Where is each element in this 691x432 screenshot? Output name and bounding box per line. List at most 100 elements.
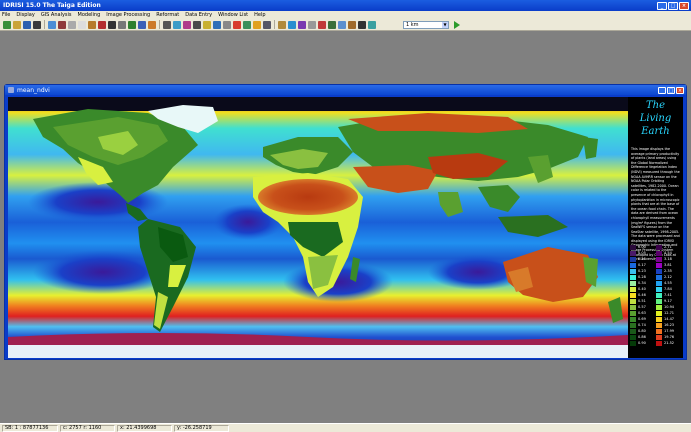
tool-icon[interactable] bbox=[368, 20, 376, 29]
menu-item-file[interactable]: File bbox=[2, 12, 10, 18]
tool-icon[interactable] bbox=[203, 20, 211, 29]
image-canvas: The Living Earth This image displays the… bbox=[8, 97, 683, 358]
tool-icon[interactable] bbox=[318, 20, 326, 29]
status-scale: SB: 1 : 87877136 bbox=[2, 424, 58, 432]
ndvi-legend-swatch bbox=[630, 310, 636, 316]
tool-icon[interactable] bbox=[3, 20, 11, 29]
toolbar: 1 km ▼ bbox=[0, 19, 691, 31]
status-col-row: c: 2757 r: 1160 bbox=[60, 424, 115, 432]
toolbar-separator bbox=[44, 20, 45, 29]
menu-item-window-list[interactable]: Window List bbox=[218, 12, 248, 18]
tool-icon[interactable] bbox=[223, 20, 231, 29]
tool-icon[interactable] bbox=[183, 20, 191, 29]
go-arrow-icon[interactable] bbox=[454, 20, 460, 29]
tool-icon[interactable] bbox=[33, 20, 41, 29]
tool-icon[interactable] bbox=[278, 20, 286, 29]
panel-title-line-2: Living bbox=[639, 113, 672, 124]
ndvi-legend-value: 0.05 bbox=[638, 251, 646, 255]
ndvi-legend-value: 0.86 bbox=[638, 335, 646, 339]
menu-item-image-processing[interactable]: Image Processing bbox=[106, 12, 150, 18]
tool-icon[interactable] bbox=[233, 20, 241, 29]
tool-icon[interactable] bbox=[328, 20, 336, 29]
chlorophyll-legend-row: 21.52 bbox=[656, 340, 682, 346]
chlorophyll-legend-value: 4.54 bbox=[664, 251, 672, 255]
chlorophyll-legend-swatch bbox=[656, 244, 662, 250]
tool-icon[interactable] bbox=[348, 20, 356, 29]
tool-icon[interactable] bbox=[128, 20, 136, 29]
resolution-combo-value: 1 km bbox=[406, 21, 419, 28]
ndvi-legend-swatch bbox=[630, 304, 636, 310]
tool-icon[interactable] bbox=[68, 20, 76, 29]
tool-icon[interactable] bbox=[263, 20, 271, 29]
status-x: x: 21.4399698 bbox=[117, 424, 172, 432]
tool-icon[interactable] bbox=[23, 20, 31, 29]
maximize-icon[interactable]: □ bbox=[667, 86, 675, 94]
chlorophyll-legend-swatch bbox=[656, 304, 662, 310]
chlorophyll-legend-value: 21.52 bbox=[664, 341, 675, 345]
tool-icon[interactable] bbox=[288, 20, 296, 29]
ndvi-legend-swatch bbox=[630, 286, 636, 292]
ndvi-legend-value: 0.57 bbox=[638, 305, 646, 309]
minimize-icon[interactable]: _ bbox=[657, 1, 667, 10]
maximize-icon[interactable]: □ bbox=[668, 1, 678, 10]
ndvi-legend-swatch bbox=[630, 256, 636, 262]
tool-icon[interactable] bbox=[118, 20, 126, 29]
ndvi-world-map[interactable] bbox=[8, 97, 628, 358]
tool-icon[interactable] bbox=[148, 20, 156, 29]
minimize-icon[interactable]: _ bbox=[658, 86, 666, 94]
chlorophyll-legend-value: 7.84 bbox=[664, 287, 672, 291]
ndvi-legend-value: 0.90 bbox=[638, 341, 646, 345]
tool-icon[interactable] bbox=[298, 20, 306, 29]
chlorophyll-legend-value: 17.99 bbox=[664, 329, 675, 333]
ndvi-legend-swatch bbox=[630, 316, 636, 322]
tool-icon[interactable] bbox=[193, 20, 201, 29]
chlorophyll-legend-value: 9.17 bbox=[664, 299, 672, 303]
chlorophyll-legend-swatch bbox=[656, 286, 662, 292]
tool-icon[interactable] bbox=[88, 20, 96, 29]
chlorophyll-legend-swatch bbox=[656, 328, 662, 334]
chlorophyll-legend-value: 4.55 bbox=[664, 281, 672, 285]
tool-icon[interactable] bbox=[98, 20, 106, 29]
tool-icon[interactable] bbox=[78, 20, 86, 29]
menu-item-modeling[interactable]: Modeling bbox=[78, 12, 101, 18]
menu-bar: File Display GIS Analysis Modeling Image Pro… bbox=[0, 11, 691, 19]
tool-icon[interactable] bbox=[213, 20, 221, 29]
ndvi-legend: 0.00 0.05 0.11 0.17 0.23 0.28 0.34 0.40 0.46 0.51… bbox=[630, 244, 656, 352]
chevron-down-icon[interactable]: ▼ bbox=[442, 21, 448, 28]
image-window-title: mean_ndvi bbox=[17, 86, 50, 94]
tool-icon[interactable] bbox=[108, 20, 116, 29]
chlorophyll-legend-value: 2.35 bbox=[664, 269, 672, 273]
tool-icon[interactable] bbox=[173, 20, 181, 29]
ndvi-legend-swatch bbox=[630, 244, 636, 250]
chlorophyll-legend-swatch bbox=[656, 322, 662, 328]
ndvi-legend-value: 0.40 bbox=[638, 287, 646, 291]
tool-icon[interactable] bbox=[138, 20, 146, 29]
menu-item-reformat[interactable]: Reformat bbox=[156, 12, 179, 18]
chlorophyll-legend-swatch bbox=[656, 274, 662, 280]
tool-icon[interactable] bbox=[308, 20, 316, 29]
tool-icon[interactable] bbox=[358, 20, 366, 29]
tool-icon[interactable] bbox=[243, 20, 251, 29]
tool-icon[interactable] bbox=[253, 20, 261, 29]
tool-icon[interactable] bbox=[13, 20, 21, 29]
close-icon[interactable]: × bbox=[676, 86, 684, 94]
tool-icon[interactable] bbox=[163, 20, 171, 29]
menu-item-display[interactable]: Display bbox=[16, 12, 34, 18]
chlorophyll-legend-swatch bbox=[656, 316, 662, 322]
ndvi-legend-swatch bbox=[630, 328, 636, 334]
menu-item-data-entry[interactable]: Data Entry bbox=[185, 12, 212, 18]
ndvi-legend-swatch bbox=[630, 292, 636, 298]
tool-icon[interactable] bbox=[338, 20, 346, 29]
resolution-combo[interactable]: 1 km ▼ bbox=[403, 20, 449, 29]
tool-icon[interactable] bbox=[58, 20, 66, 29]
menu-item-gis-analysis[interactable]: GIS Analysis bbox=[41, 12, 72, 18]
app-title-bar: IDRISI 15.0 The Taiga Edition _ □ × bbox=[0, 0, 691, 11]
menu-item-help[interactable]: Help bbox=[254, 12, 265, 18]
tool-icon[interactable] bbox=[48, 20, 56, 29]
ndvi-legend-value: 0.11 bbox=[638, 257, 646, 261]
map-graphic bbox=[8, 97, 628, 358]
image-window[interactable]: mean_ndvi _ □ × The Living Earth This im… bbox=[4, 84, 687, 360]
chlorophyll-legend-value: 19.76 bbox=[664, 335, 675, 339]
close-icon[interactable]: × bbox=[679, 1, 689, 10]
image-window-title-bar[interactable]: mean_ndvi _ □ × bbox=[5, 85, 686, 95]
